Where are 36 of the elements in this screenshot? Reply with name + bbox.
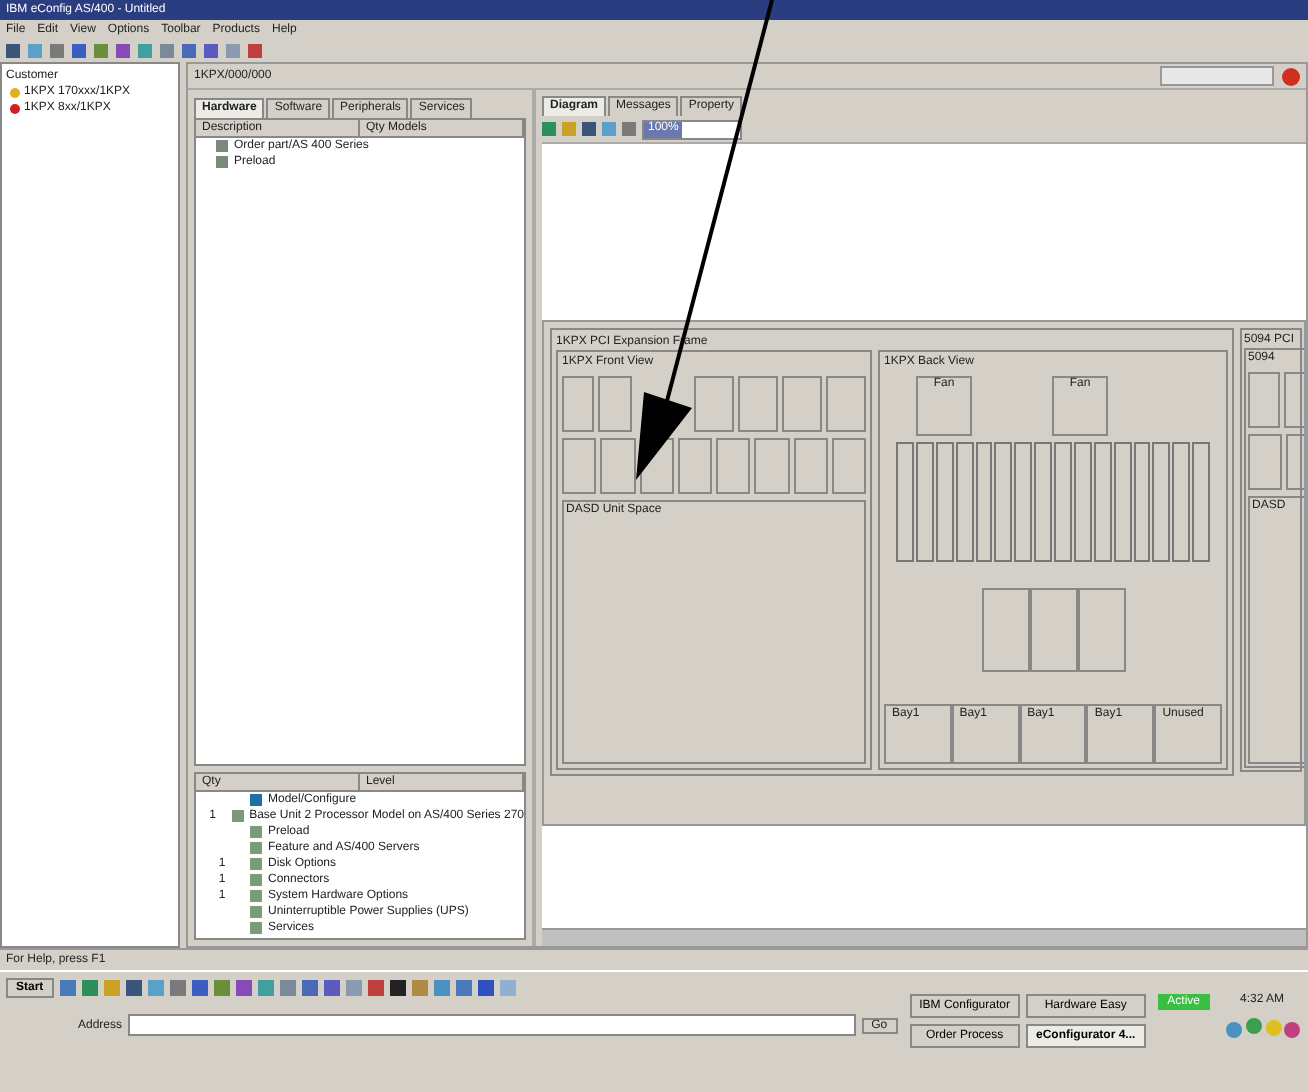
slot xyxy=(825,376,867,432)
slot xyxy=(781,376,822,432)
slot xyxy=(562,438,597,494)
slot xyxy=(598,376,632,432)
slot xyxy=(562,376,595,432)
card-slot xyxy=(1073,442,1092,562)
slot xyxy=(677,438,712,494)
card-slot xyxy=(1133,442,1151,562)
card-slot xyxy=(1034,442,1052,562)
card-slot xyxy=(994,442,1013,562)
slot xyxy=(693,376,734,432)
card-slot xyxy=(1113,442,1131,562)
close-icon[interactable] xyxy=(1282,67,1300,85)
slot xyxy=(600,438,635,494)
card-slot xyxy=(1054,442,1072,562)
input-field[interactable] xyxy=(1160,66,1274,86)
slot xyxy=(716,438,751,494)
card-slot xyxy=(1192,442,1210,562)
slot xyxy=(737,376,778,432)
horizontal-scrollbar[interactable] xyxy=(542,928,1306,946)
card-slot xyxy=(1152,442,1171,562)
card-slot xyxy=(915,442,934,562)
card-slot xyxy=(896,442,914,562)
slot xyxy=(793,438,828,494)
card-slot xyxy=(1172,442,1191,562)
module-slot xyxy=(1029,588,1077,672)
card-slot xyxy=(935,442,954,562)
slot xyxy=(754,438,789,494)
module-slot xyxy=(981,588,1029,672)
module-slot xyxy=(1077,588,1125,672)
card-slot xyxy=(955,442,973,562)
card-slot xyxy=(1014,442,1033,562)
slot xyxy=(831,438,866,494)
card-slot xyxy=(1093,442,1112,562)
card-slot xyxy=(975,442,993,562)
address-field[interactable] xyxy=(128,1014,856,1036)
